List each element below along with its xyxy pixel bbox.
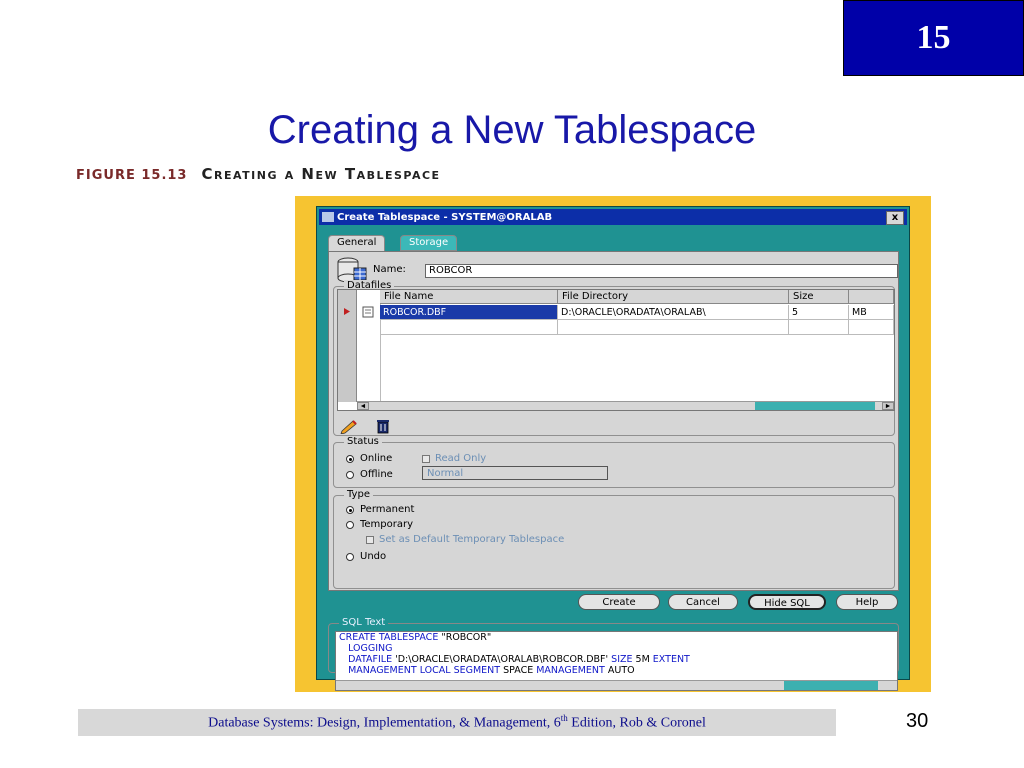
footer-text-main: Database Systems: Design, Implementation… [208, 715, 561, 731]
default-temp-checkbox[interactable] [366, 536, 374, 544]
offline-label: Offline [360, 469, 393, 480]
column-header-size[interactable]: Size [789, 290, 849, 304]
type-group: Type Permanent Temporary Set as Default … [333, 489, 895, 589]
file-icon-column [357, 290, 381, 402]
name-label: Name: [373, 264, 406, 275]
trash-icon[interactable] [375, 418, 391, 434]
close-button[interactable]: x [886, 211, 904, 225]
general-panel: Name: ROBCOR Datafiles File Name File Di… [328, 251, 899, 591]
create-tablespace-window: Create Tablespace - SYSTEM@ORALAB x Stor… [316, 206, 910, 691]
scroll-right-icon[interactable]: ► [882, 402, 894, 410]
sql-keyword: MANAGEMENT LOCAL SEGMENT [348, 665, 501, 676]
sql-line-3: DATAFILE 'D:\ORACLE\ORADATA\ORALAB\ROBCO… [336, 654, 897, 665]
tab-general[interactable]: General [328, 235, 386, 252]
sql-literal: "ROBCOR" [438, 632, 492, 643]
column-header-file-directory[interactable]: File Directory [558, 290, 789, 304]
sql-scroll-thumb[interactable] [784, 681, 878, 690]
empty-cell[interactable] [558, 320, 789, 335]
footer-text: Database Systems: Design, Implementation… [208, 713, 706, 732]
sql-keyword: CREATE TABLESPACE [339, 632, 439, 643]
column-header-blank [849, 290, 894, 304]
sql-keyword: DATAFILE [348, 654, 393, 665]
sql-text-title: SQL Text [339, 617, 389, 629]
row-header-column [338, 290, 357, 402]
sql-keyword: EXTENT [649, 654, 690, 665]
tab-storage[interactable]: Storage [400, 235, 458, 251]
empty-cell[interactable] [849, 320, 894, 335]
footer-text-rest: Edition, Rob & Coronel [567, 715, 706, 731]
page-number: 30 [906, 710, 929, 732]
permanent-radio[interactable] [346, 506, 354, 514]
sql-keyword: SIZE [608, 654, 633, 665]
hide-sql-button[interactable]: Hide SQL [748, 594, 826, 610]
window-titlebar[interactable]: Create Tablespace - SYSTEM@ORALAB x [319, 209, 907, 225]
cancel-button[interactable]: Cancel [668, 594, 738, 610]
sql-line-1: CREATE TABLESPACE "ROBCOR" [336, 632, 897, 643]
help-button[interactable]: Help [836, 594, 898, 610]
slide-title: Creating a New Tablespace [267, 108, 757, 152]
file-icon [362, 306, 374, 318]
footer-superscript: th [560, 713, 568, 724]
grid-horizontal-scrollbar[interactable]: ◄ ► [357, 401, 894, 410]
empty-cell[interactable] [380, 320, 558, 335]
scroll-left-icon[interactable]: ◄ [357, 402, 369, 410]
online-radio[interactable] [346, 455, 354, 463]
sql-horizontal-scrollbar[interactable] [336, 680, 897, 690]
figure-label: FIGURE 15.13 [76, 168, 188, 183]
window-title: Create Tablespace - SYSTEM@ORALAB [337, 211, 553, 223]
undo-radio[interactable] [346, 553, 354, 561]
footer-bar: Database Systems: Design, Implementation… [78, 709, 836, 736]
sql-literal: 'D:\ORACLE\ORADATA\ORALAB\ROBCOR.DBF' [392, 654, 609, 665]
offline-radio[interactable] [346, 471, 354, 479]
cell-size[interactable]: 5 [789, 305, 849, 320]
create-button[interactable]: Create [578, 594, 660, 610]
sql-text-area[interactable]: CREATE TABLESPACE "ROBCOR" LOGGING DATAF… [335, 631, 898, 691]
sql-line-2: LOGGING [336, 643, 897, 654]
status-group: Status Online Read Only Offline Normal [333, 436, 895, 488]
default-temp-label: Set as Default Temporary Tablespace [379, 534, 565, 545]
cell-size-unit[interactable]: MB [849, 305, 894, 320]
sql-literal: AUTO [604, 665, 635, 676]
read-only-checkbox[interactable] [422, 455, 430, 463]
status-group-title: Status [344, 436, 382, 448]
empty-cell[interactable] [789, 320, 849, 335]
temporary-radio[interactable] [346, 521, 354, 529]
datafiles-grid[interactable]: File Name File Directory Size ROBCOR.DBF… [337, 289, 895, 411]
scroll-thumb[interactable] [755, 402, 875, 410]
chapter-number-badge: 15 [843, 0, 1024, 76]
sql-keyword: LOGGING [348, 643, 393, 654]
figure-title: Creating a New Tablespace [201, 165, 441, 183]
temporary-label: Temporary [360, 519, 414, 530]
cell-file-name[interactable]: ROBCOR.DBF [380, 305, 558, 320]
pencil-icon[interactable] [339, 418, 359, 434]
window-client: Storage General Name: ROBCOR Datafiles F… [324, 231, 901, 691]
sql-line-4: MANAGEMENT LOCAL SEGMENT SPACE MANAGEMEN… [336, 665, 897, 676]
sql-literal: 5M [632, 654, 650, 665]
type-group-title: Type [344, 489, 373, 501]
undo-label: Undo [360, 551, 387, 562]
read-only-label: Read Only [435, 453, 487, 464]
row-edit-marker-icon [344, 308, 350, 315]
column-header-file-name[interactable]: File Name [380, 290, 558, 304]
offline-mode-field[interactable]: Normal [422, 466, 608, 480]
window-app-icon [322, 212, 334, 222]
online-label: Online [360, 453, 393, 464]
sql-keyword: MANAGEMENT [533, 665, 605, 676]
name-input[interactable]: ROBCOR [425, 264, 898, 278]
figure-caption: FIGURE 15.13 Creating a New Tablespace [76, 165, 441, 183]
sql-literal: SPACE [500, 665, 534, 676]
permanent-label: Permanent [360, 504, 415, 515]
cell-file-directory[interactable]: D:\ORACLE\ORADATA\ORALAB\ [558, 305, 789, 320]
